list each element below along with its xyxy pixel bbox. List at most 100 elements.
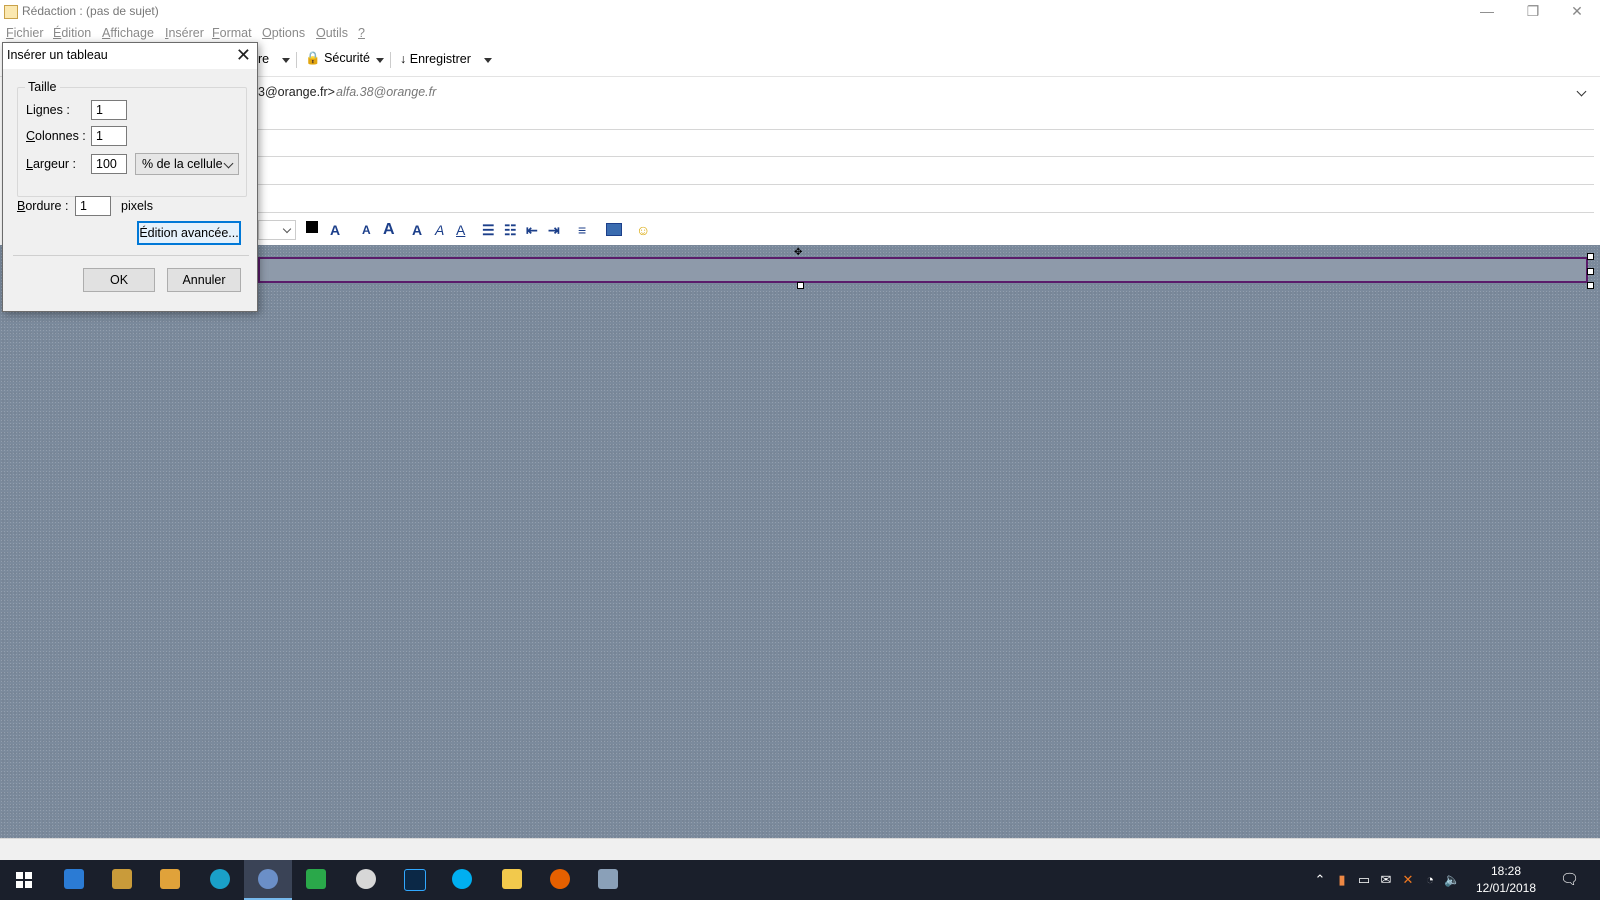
status-bar bbox=[0, 838, 1600, 861]
cancel-button[interactable]: Annuler bbox=[167, 268, 241, 292]
security-dropdown-icon[interactable] bbox=[376, 58, 384, 63]
taskbar-app-photoshop[interactable] bbox=[390, 860, 438, 900]
toolbar-separator bbox=[296, 52, 297, 68]
header-divider bbox=[258, 212, 1594, 213]
volume-icon[interactable]: 🔈 bbox=[1444, 872, 1460, 888]
font-size-icon[interactable]: A bbox=[330, 221, 340, 239]
menu-fichier[interactable]: Fichier bbox=[6, 26, 44, 40]
outdent-icon[interactable]: ⇤ bbox=[526, 221, 538, 239]
media-player-icon bbox=[160, 869, 180, 889]
indent-icon[interactable]: ⇥ bbox=[548, 221, 560, 239]
taskbar-task-view[interactable] bbox=[50, 860, 98, 900]
dialog-title: Insérer un tableau bbox=[7, 48, 108, 62]
columns-label: Colonnes : bbox=[26, 129, 86, 143]
compose-body[interactable]: ✥ bbox=[0, 245, 1600, 838]
increase-font-icon[interactable]: A bbox=[383, 221, 395, 239]
menu-options[interactable]: Options bbox=[262, 26, 305, 40]
chevron-down-icon bbox=[282, 224, 292, 234]
folder-icon bbox=[502, 869, 522, 889]
lock-icon: 🔒 bbox=[305, 51, 321, 65]
italic-icon[interactable]: A bbox=[435, 221, 444, 239]
taskbar-app-cortana[interactable] bbox=[196, 860, 244, 900]
from-address[interactable]: 3@orange.fr> bbox=[258, 85, 335, 99]
smiley-icon[interactable]: ☺ bbox=[636, 221, 650, 239]
border-input[interactable]: 1 bbox=[75, 196, 111, 216]
download-arrow-icon: ↓ bbox=[400, 52, 407, 66]
start-button[interactable] bbox=[0, 860, 48, 900]
window-title: Rédaction : (pas de sujet) bbox=[22, 4, 159, 18]
resize-handle[interactable] bbox=[1587, 268, 1594, 275]
rows-input[interactable]: 1 bbox=[91, 100, 127, 120]
menu-edition[interactable]: Édition bbox=[53, 26, 91, 40]
header-divider bbox=[258, 129, 1594, 130]
bullet-list-icon[interactable]: ☰ bbox=[482, 221, 495, 239]
dialog-separator bbox=[13, 255, 249, 256]
insert-image-icon[interactable] bbox=[606, 223, 622, 236]
security-button[interactable]: 🔒 Sécurité bbox=[305, 51, 370, 66]
width-input[interactable]: 100 bbox=[91, 154, 127, 174]
graphics-app-icon bbox=[306, 869, 326, 889]
battery-icon[interactable]: ▭ bbox=[1356, 872, 1372, 888]
app-window-icon bbox=[598, 869, 618, 889]
ok-button[interactable]: OK bbox=[83, 268, 155, 292]
table-move-handle-icon[interactable]: ✥ bbox=[794, 248, 808, 258]
firefox-icon bbox=[550, 869, 570, 889]
dialog-close-icon[interactable]: ✕ bbox=[236, 44, 251, 66]
taskbar-app-skype[interactable] bbox=[438, 860, 486, 900]
wifi-icon[interactable]: ◔ bbox=[1422, 872, 1438, 888]
resize-handle[interactable] bbox=[797, 282, 804, 289]
columns-input[interactable]: 1 bbox=[91, 126, 127, 146]
circle-app-icon bbox=[210, 869, 230, 889]
advanced-edit-button[interactable]: Édition avancée... bbox=[137, 221, 241, 245]
from-dropdown-icon[interactable] bbox=[1576, 86, 1587, 97]
taskbar-app-paint[interactable] bbox=[342, 860, 390, 900]
inserted-table[interactable] bbox=[258, 257, 1588, 283]
dropdown-caret-icon[interactable] bbox=[282, 58, 290, 63]
taskbar-app-archive[interactable] bbox=[98, 860, 146, 900]
clock-time[interactable]: 18:28 bbox=[1474, 864, 1538, 878]
tray-tool-icon[interactable]: ✕ bbox=[1400, 872, 1416, 888]
decrease-font-icon[interactable]: A bbox=[362, 221, 371, 239]
width-unit-select[interactable]: % de la cellule bbox=[135, 153, 239, 175]
archive-icon bbox=[112, 869, 132, 889]
tray-app-icon[interactable]: ▮ bbox=[1334, 872, 1350, 888]
save-button[interactable]: ↓ Enregistrer bbox=[400, 52, 471, 66]
border-unit: pixels bbox=[121, 199, 153, 213]
taskbar: ⌃ ▮ ▭ ✉ ✕ ◔ 🔈 18:28 12/01/2018 🗨 bbox=[0, 860, 1600, 900]
resize-handle[interactable] bbox=[1587, 253, 1594, 260]
rows-label: Lignes : bbox=[26, 103, 70, 117]
bold-icon[interactable]: A bbox=[412, 221, 422, 239]
taskbar-app-graphics[interactable] bbox=[292, 860, 340, 900]
taskbar-app-other[interactable] bbox=[584, 860, 632, 900]
font-size-combo[interactable] bbox=[258, 220, 296, 240]
chevron-up-icon[interactable]: ⌃ bbox=[1312, 872, 1328, 888]
taskbar-app-explorer[interactable] bbox=[488, 860, 536, 900]
menu-outils[interactable]: Outils bbox=[316, 26, 348, 40]
menu-affichage[interactable]: Affichage bbox=[102, 26, 154, 40]
menu-inserer[interactable]: Insérer bbox=[165, 26, 204, 40]
text-color-icon[interactable] bbox=[306, 221, 318, 233]
numbered-list-icon[interactable]: ☷ bbox=[504, 221, 517, 239]
close-window-button[interactable]: ✕ bbox=[1554, 0, 1600, 24]
minimize-button[interactable]: — bbox=[1464, 0, 1510, 24]
insert-table-dialog: Insérer un tableau ✕ Taille Lignes : 1 C… bbox=[2, 42, 258, 312]
taskbar-app-thunderbird[interactable] bbox=[244, 860, 292, 900]
taskbar-app-firefox[interactable] bbox=[536, 860, 584, 900]
toolbar-separator bbox=[390, 52, 391, 68]
skype-icon bbox=[452, 869, 472, 889]
clock-date[interactable]: 12/01/2018 bbox=[1474, 881, 1538, 895]
save-dropdown-icon[interactable] bbox=[484, 58, 492, 63]
from-identity: alfa.38@orange.fr bbox=[336, 85, 437, 99]
restore-button[interactable]: ❐ bbox=[1510, 0, 1556, 24]
width-label: Largeur : bbox=[26, 157, 77, 171]
menu-help[interactable]: ? bbox=[358, 26, 365, 40]
toolbar-partial-button[interactable]: re bbox=[258, 52, 269, 66]
menu-format[interactable]: Format bbox=[212, 26, 252, 40]
border-label: Bordure : bbox=[17, 199, 69, 213]
align-icon[interactable]: ≡ bbox=[578, 221, 586, 239]
resize-handle[interactable] bbox=[1587, 282, 1594, 289]
underline-icon[interactable]: A bbox=[456, 221, 465, 239]
notification-icon[interactable]: 🗨 bbox=[1560, 872, 1579, 888]
taskbar-app-media[interactable] bbox=[146, 860, 194, 900]
mail-icon[interactable]: ✉ bbox=[1378, 872, 1394, 888]
